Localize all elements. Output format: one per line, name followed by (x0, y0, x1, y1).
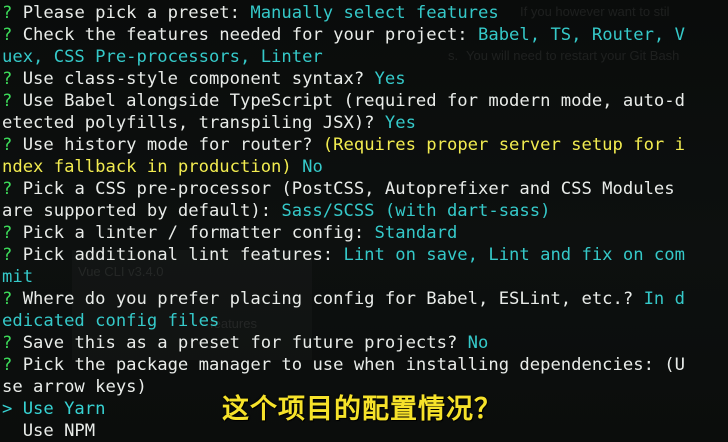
answer-text: Babel, TS, Router, V (478, 25, 685, 45)
prompt-text: Pick a linter / formatter config: (22, 223, 375, 243)
answer-text: edicated config files (2, 311, 220, 331)
terminal-line: ? Use Babel alongside TypeScript (requir… (2, 90, 728, 112)
terminal-line: etected polyfills, transpiling JSX)? Yes (2, 112, 728, 134)
answer-text: Standard (374, 223, 458, 243)
terminal-line: mit (2, 266, 728, 288)
terminal-line: are supported by default): Sass/SCSS (wi… (2, 200, 728, 222)
prompt-text: Use Babel alongside TypeScript (required… (22, 91, 685, 111)
terminal-line: ? Pick a linter / formatter config: Stan… (2, 222, 728, 244)
answer-text: No (302, 157, 323, 177)
answer-text: uex, CSS Pre-processors, Linter (2, 47, 323, 67)
warning-text: (Requires proper server setup for i (322, 135, 685, 155)
prompt-text: Use NPM (2, 421, 96, 441)
answer-text: In d (643, 289, 685, 309)
terminal-line: ? Use history mode for router? (Requires… (2, 134, 728, 156)
prompt-question-mark: ? (2, 333, 23, 353)
terminal-line: ? Save this as a preset for future proje… (2, 332, 728, 354)
terminal-line: ? Use class-style component syntax? Yes (2, 68, 728, 90)
prompt-text: Save this as a preset for future project… (22, 333, 468, 353)
prompt-question-mark: ? (2, 91, 23, 111)
answer-text: mit (2, 267, 34, 287)
answer-text: Yes (384, 113, 416, 133)
terminal-line: edicated config files (2, 310, 728, 332)
answer-text: No (467, 333, 489, 353)
prompt-question-mark: ? (2, 179, 23, 199)
prompt-text: Where do you prefer placing config for B… (22, 289, 644, 309)
terminal-line: ? Check the features needed for your pro… (2, 24, 728, 46)
answer-text: Sass/SCSS (with dart-sass) (281, 201, 551, 221)
prompt-text: Pick the package manager to use when ins… (22, 355, 685, 375)
prompt-text: se arrow keys) (2, 377, 147, 397)
prompt-question-mark: ? (2, 25, 23, 45)
prompt-text: Please pick a preset: (22, 3, 251, 23)
caption-overlay: 这个项目的配置情况？ (222, 394, 502, 425)
prompt-question-mark: ? (2, 135, 23, 155)
selected-option: > Use Yarn (2, 399, 106, 419)
prompt-question-mark: ? (2, 289, 23, 309)
terminal-line: ? Where do you prefer placing config for… (2, 288, 728, 310)
terminal-line: ? Pick the package manager to use when i… (2, 354, 728, 376)
warning-text: ndex fallback in production) (2, 157, 303, 177)
terminal-window[interactable]: If you however want to stil s. You will … (0, 0, 728, 442)
terminal-line: uex, CSS Pre-processors, Linter (2, 46, 728, 68)
prompt-question-mark: ? (2, 223, 23, 243)
answer-text: Manually select features (250, 3, 499, 23)
prompt-text: Use class-style component syntax? (22, 69, 375, 89)
answer-text: Yes (374, 69, 406, 89)
answer-text: Lint on save, Lint and fix on com (343, 245, 685, 265)
prompt-text: Use history mode for router? (22, 135, 323, 155)
prompt-text: Check the features needed for your proje… (22, 25, 479, 45)
terminal-line: ? Pick additional lint features: Lint on… (2, 244, 728, 266)
prompt-text: Pick additional lint features: (22, 245, 344, 265)
terminal-line: ? Please pick a preset: Manually select … (2, 2, 728, 24)
terminal-line: ndex fallback in production) No (2, 156, 728, 178)
prompt-question-mark: ? (2, 245, 23, 265)
terminal-output: ? Please pick a preset: Manually select … (2, 2, 728, 442)
prompt-text: Pick a CSS pre-processor (PostCSS, Autop… (22, 179, 675, 199)
prompt-question-mark: ? (2, 355, 23, 375)
prompt-text: are supported by default): (2, 201, 282, 221)
prompt-question-mark: ? (2, 69, 23, 89)
prompt-question-mark: ? (2, 3, 23, 23)
terminal-line: ? Pick a CSS pre-processor (PostCSS, Aut… (2, 178, 728, 200)
prompt-text: etected polyfills, transpiling JSX)? (2, 113, 385, 133)
